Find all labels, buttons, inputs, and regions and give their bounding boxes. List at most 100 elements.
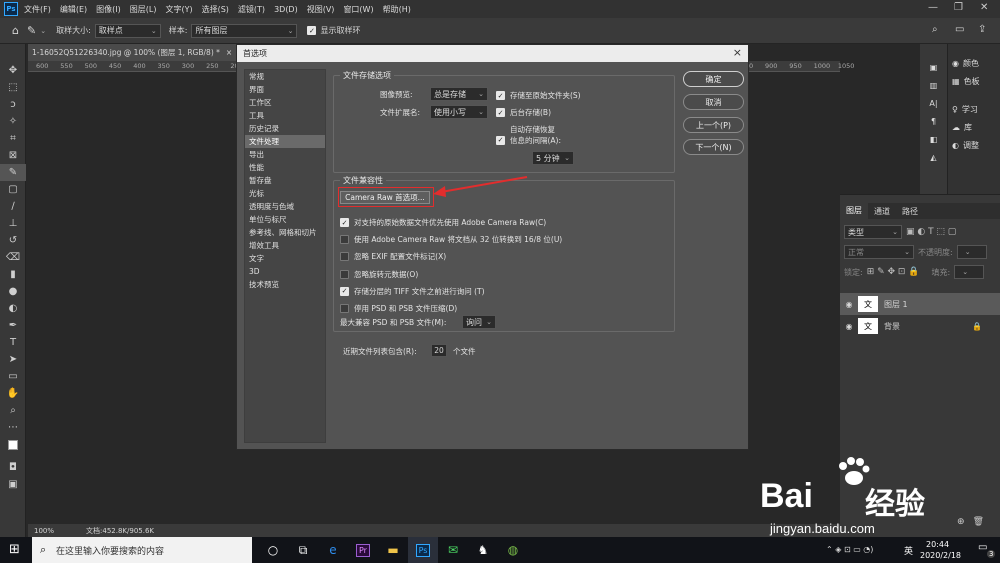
quick-select-tool-icon[interactable]: ✧ bbox=[0, 113, 26, 130]
compat-option-row[interactable]: ✓ 存储分层的 TIFF 文件之前进行询问 (T) bbox=[340, 283, 562, 300]
zoom-level[interactable]: 100% bbox=[34, 527, 54, 535]
lasso-tool-icon[interactable]: ↄ bbox=[0, 96, 26, 113]
hand-tool-icon[interactable]: ✋ bbox=[0, 385, 26, 402]
blur-tool-icon[interactable]: ● bbox=[0, 283, 26, 300]
panel-icon-5[interactable]: ◧ bbox=[920, 130, 947, 148]
compat-option-checkbox[interactable] bbox=[340, 252, 349, 262]
home-icon[interactable]: ⌂ bbox=[12, 24, 19, 37]
menu-3d[interactable]: 3D(D) bbox=[274, 5, 298, 14]
eyedropper-icon[interactable]: ✎ bbox=[27, 24, 36, 37]
ime-indicator[interactable]: 英 bbox=[904, 544, 913, 557]
search-icon[interactable]: ⌕ bbox=[932, 24, 938, 35]
nav-item[interactable]: 历史记录 bbox=[245, 122, 325, 135]
stamp-tool-icon[interactable]: ⊥ bbox=[0, 215, 26, 232]
menu-edit[interactable]: 编辑(E) bbox=[60, 4, 87, 15]
menu-filter[interactable]: 滤镜(T) bbox=[238, 4, 265, 15]
compat-option-checkbox[interactable]: ✓ bbox=[340, 286, 349, 296]
lock-icons[interactable]: ⊞ ✎ ✥ ⊡ 🔒 bbox=[867, 267, 920, 277]
marquee-tool-icon[interactable]: ⬚ bbox=[0, 79, 26, 96]
task-view-icon[interactable]: ⧉ bbox=[288, 537, 318, 563]
paragraph-icon[interactable]: ¶ bbox=[920, 112, 947, 130]
tab-channels[interactable]: 通道 bbox=[868, 206, 896, 217]
minimize-icon[interactable]: — bbox=[928, 2, 938, 13]
clock-time[interactable]: 20:44 bbox=[926, 540, 949, 549]
compat-option-row[interactable]: 使用 Adobe Camera Raw 将文档从 32 位转换到 16/8 位(… bbox=[340, 231, 562, 248]
swatches-panel-btn[interactable]: ▦ 色板 bbox=[952, 72, 1000, 90]
recent-files-input[interactable]: 20 bbox=[431, 344, 447, 357]
gradient-tool-icon[interactable]: ▮ bbox=[0, 266, 26, 283]
menu-select[interactable]: 选择(S) bbox=[202, 4, 229, 15]
fill-input[interactable] bbox=[954, 265, 985, 279]
nav-item[interactable]: 技术预览 bbox=[245, 278, 325, 291]
tab-layers[interactable]: 图层 bbox=[840, 203, 868, 219]
chevron-down-icon[interactable]: ⌄ bbox=[40, 27, 46, 35]
nav-item[interactable]: 增效工具 bbox=[245, 239, 325, 252]
save-original-checkbox[interactable]: ✓ bbox=[496, 91, 505, 100]
adjust-panel-btn[interactable]: ◐ 调整 bbox=[952, 136, 1000, 154]
compat-option-checkbox[interactable]: ✓ bbox=[340, 218, 349, 228]
pen-tool-icon[interactable]: ✒ bbox=[0, 317, 26, 334]
cancel-button[interactable]: 取消 bbox=[683, 94, 744, 110]
next-button[interactable]: 下一个(N) bbox=[683, 139, 744, 155]
show-ring-checkbox[interactable]: ✓ bbox=[307, 26, 317, 35]
panel-icon-6[interactable]: ◭ bbox=[920, 148, 947, 166]
preview-select[interactable]: 总是存储 bbox=[430, 87, 488, 101]
menu-type[interactable]: 文字(Y) bbox=[165, 4, 192, 15]
nav-item[interactable]: 界面 bbox=[245, 83, 325, 96]
eye-icon[interactable]: ◉ bbox=[840, 300, 858, 309]
prev-button[interactable]: 上一个(P) bbox=[683, 117, 744, 133]
nav-item[interactable]: 常规 bbox=[245, 70, 325, 83]
share-icon[interactable]: ⇪ bbox=[978, 24, 986, 35]
edge-icon[interactable]: e bbox=[318, 537, 348, 563]
close-tab-icon[interactable]: × bbox=[226, 48, 232, 57]
learn-panel-btn[interactable]: ♀ 学习 bbox=[952, 100, 1000, 118]
notification-icon[interactable]: ▭ bbox=[978, 542, 987, 553]
compat-option-row[interactable]: ✓ 对支持的原始数据文件优先使用 Adobe Camera Raw(C) bbox=[340, 214, 562, 231]
autosave-checkbox[interactable]: ✓ bbox=[496, 135, 505, 145]
menu-window[interactable]: 窗口(W) bbox=[343, 4, 373, 15]
blend-mode-select[interactable]: 正常 bbox=[844, 245, 914, 259]
move-tool-icon[interactable]: ✥ bbox=[0, 62, 26, 79]
menu-file[interactable]: 文件(F) bbox=[24, 4, 51, 15]
layer-kind-filter[interactable]: 类型 bbox=[844, 225, 902, 239]
healing-tool-icon[interactable]: ▢ bbox=[0, 181, 26, 198]
quick-mask-icon[interactable]: ◘ bbox=[0, 459, 26, 476]
autosave-interval-select[interactable]: 5 分钟 bbox=[532, 151, 574, 165]
background-save-checkbox[interactable]: ✓ bbox=[496, 108, 505, 117]
taskbar-search[interactable]: ⌕ 在这里输入你要搜索的内容 bbox=[32, 537, 252, 563]
max-compat-select[interactable]: 询问 bbox=[462, 315, 496, 329]
color-swatch-icon[interactable] bbox=[0, 436, 26, 453]
compat-option-checkbox[interactable] bbox=[340, 304, 349, 314]
compat-option-checkbox[interactable] bbox=[340, 235, 349, 245]
menu-layer[interactable]: 图层(L) bbox=[130, 4, 157, 15]
character-icon[interactable]: A| bbox=[920, 94, 947, 112]
nav-item[interactable]: 单位与标尺 bbox=[245, 213, 325, 226]
close-window-icon[interactable]: ✕ bbox=[980, 2, 988, 13]
extension-select[interactable]: 使用小写 bbox=[430, 105, 488, 119]
photoshop-taskbar-icon[interactable]: Ps bbox=[408, 537, 438, 563]
sample-size-select[interactable]: 取样点 bbox=[94, 23, 161, 38]
history-brush-icon[interactable]: ↺ bbox=[0, 232, 26, 249]
dialog-close-button[interactable]: × bbox=[733, 46, 742, 59]
eraser-tool-icon[interactable]: ⌫ bbox=[0, 249, 26, 266]
path-select-icon[interactable]: ➤ bbox=[0, 351, 26, 368]
nav-item[interactable]: 文件处理 bbox=[245, 135, 325, 148]
menu-image[interactable]: 图像(I) bbox=[96, 4, 121, 15]
layer-row-2[interactable]: ◉ 文 背景 🔒 bbox=[840, 315, 1000, 337]
compat-option-checkbox[interactable] bbox=[340, 269, 349, 279]
clock-date[interactable]: 2020/2/18 bbox=[920, 551, 961, 560]
compat-option-row[interactable]: 忽略旋转元数据(O) bbox=[340, 266, 562, 283]
layer-row-1[interactable]: ◉ 文 图层 1 bbox=[840, 293, 1000, 315]
eye-icon[interactable]: ◉ bbox=[840, 322, 858, 331]
tab-paths[interactable]: 路径 bbox=[896, 206, 924, 217]
frame-tool-icon[interactable]: ⊠ bbox=[0, 147, 26, 164]
shape-tool-icon[interactable]: ▭ bbox=[0, 368, 26, 385]
document-tab[interactable]: 1-16052Q51226340.jpg @ 100% (图层 1, RGB/8… bbox=[28, 44, 240, 61]
nav-item[interactable]: 工具 bbox=[245, 109, 325, 122]
menu-view[interactable]: 视图(V) bbox=[307, 4, 335, 15]
workspace-icon[interactable]: ▭ bbox=[955, 24, 964, 35]
explorer-icon[interactable]: ▬ bbox=[378, 537, 408, 563]
type-tool-icon[interactable]: T bbox=[0, 334, 26, 351]
nav-item[interactable]: 工作区 bbox=[245, 96, 325, 109]
dodge-tool-icon[interactable]: ◐ bbox=[0, 300, 26, 317]
